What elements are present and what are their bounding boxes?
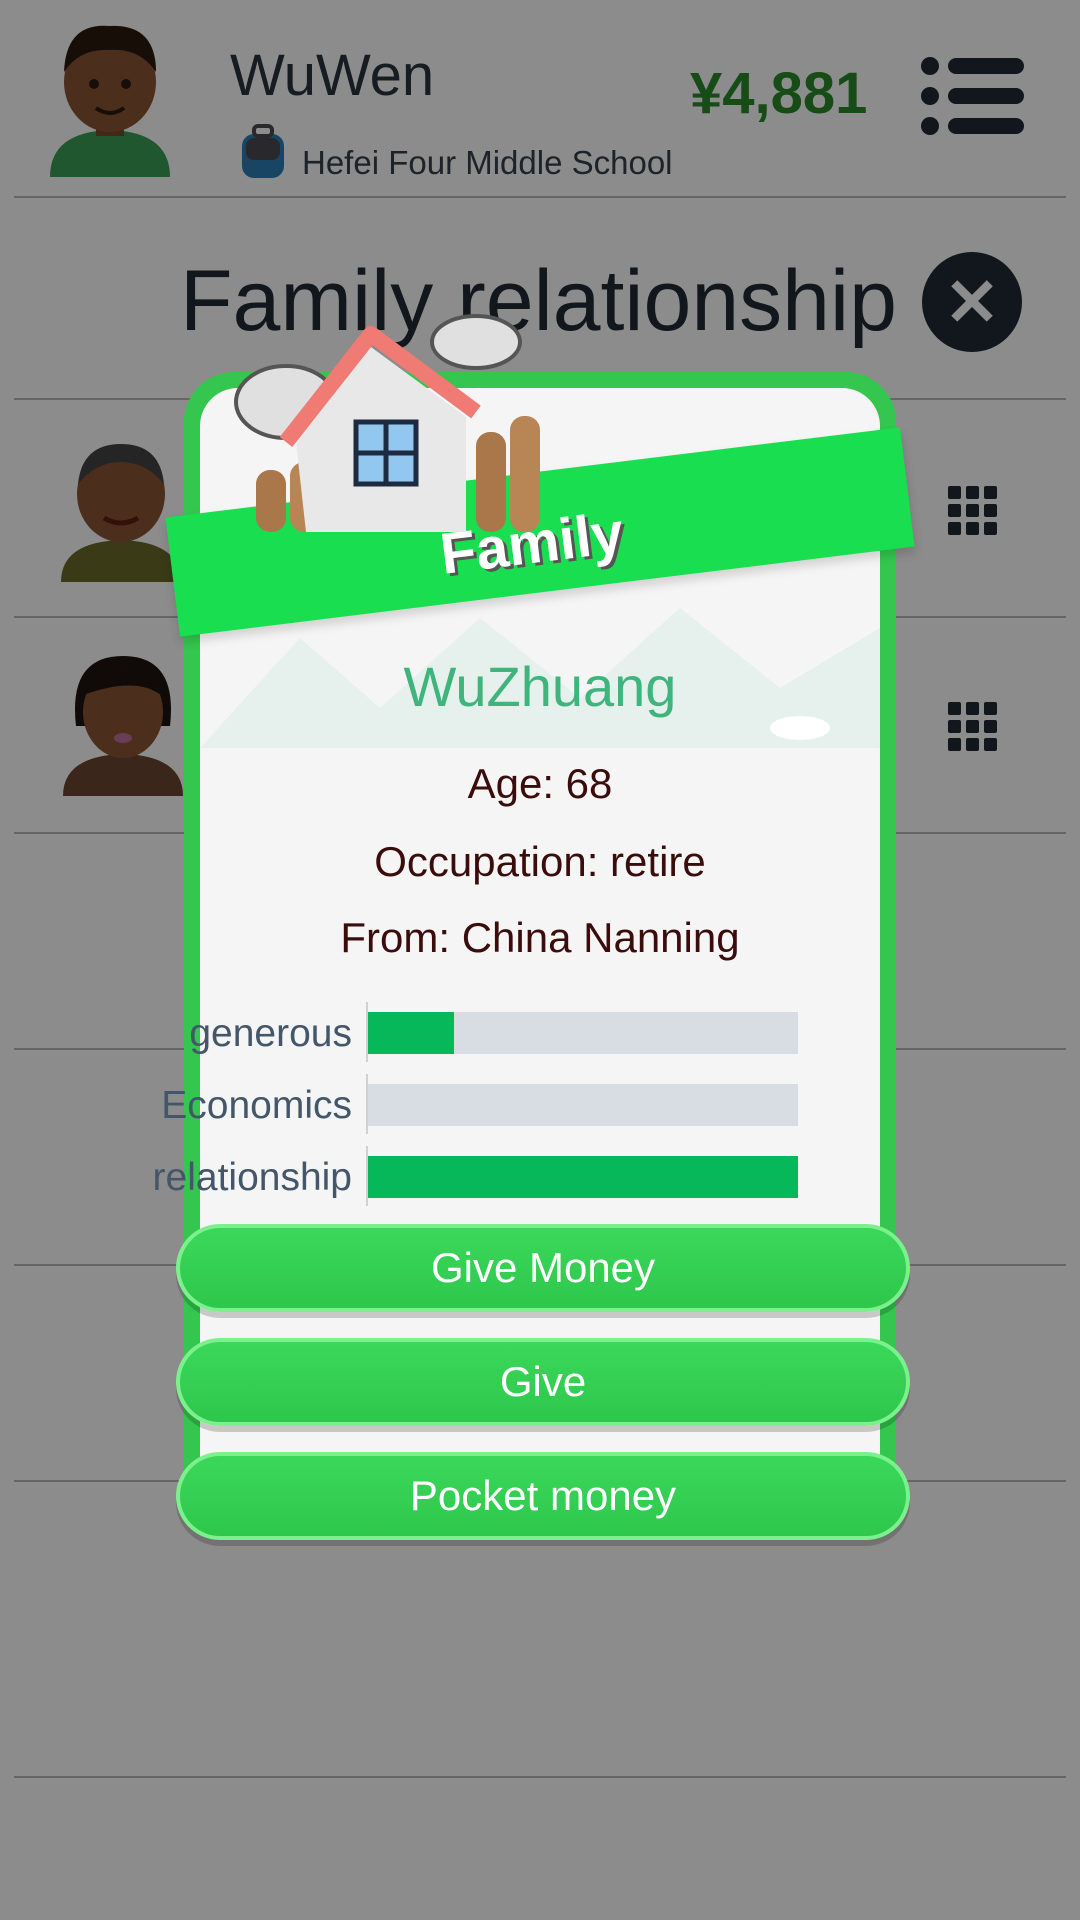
give-money-button[interactable]: Give Money [176,1224,910,1312]
member-name: WuZhuang [403,655,677,718]
stat-fill-relationship [368,1156,798,1198]
house-in-hands-icon [234,314,540,532]
stat-bar-relationship [368,1156,798,1198]
stat-label-economics: Economics [161,1084,352,1127]
stat-fill-generous [368,1012,454,1054]
member-age: Age: 68 [467,760,613,807]
member-origin: From: China Nanning [340,914,740,961]
member-occupation: Occupation: retire [374,838,706,885]
pocket-money-button[interactable]: Pocket money [176,1452,910,1540]
stat-label-relationship: relationship [152,1156,352,1199]
stat-bar-economics [368,1084,798,1126]
give-button[interactable]: Give [176,1338,910,1426]
stat-label-generous: generous [189,1012,352,1055]
stat-bar-generous [368,1012,798,1054]
